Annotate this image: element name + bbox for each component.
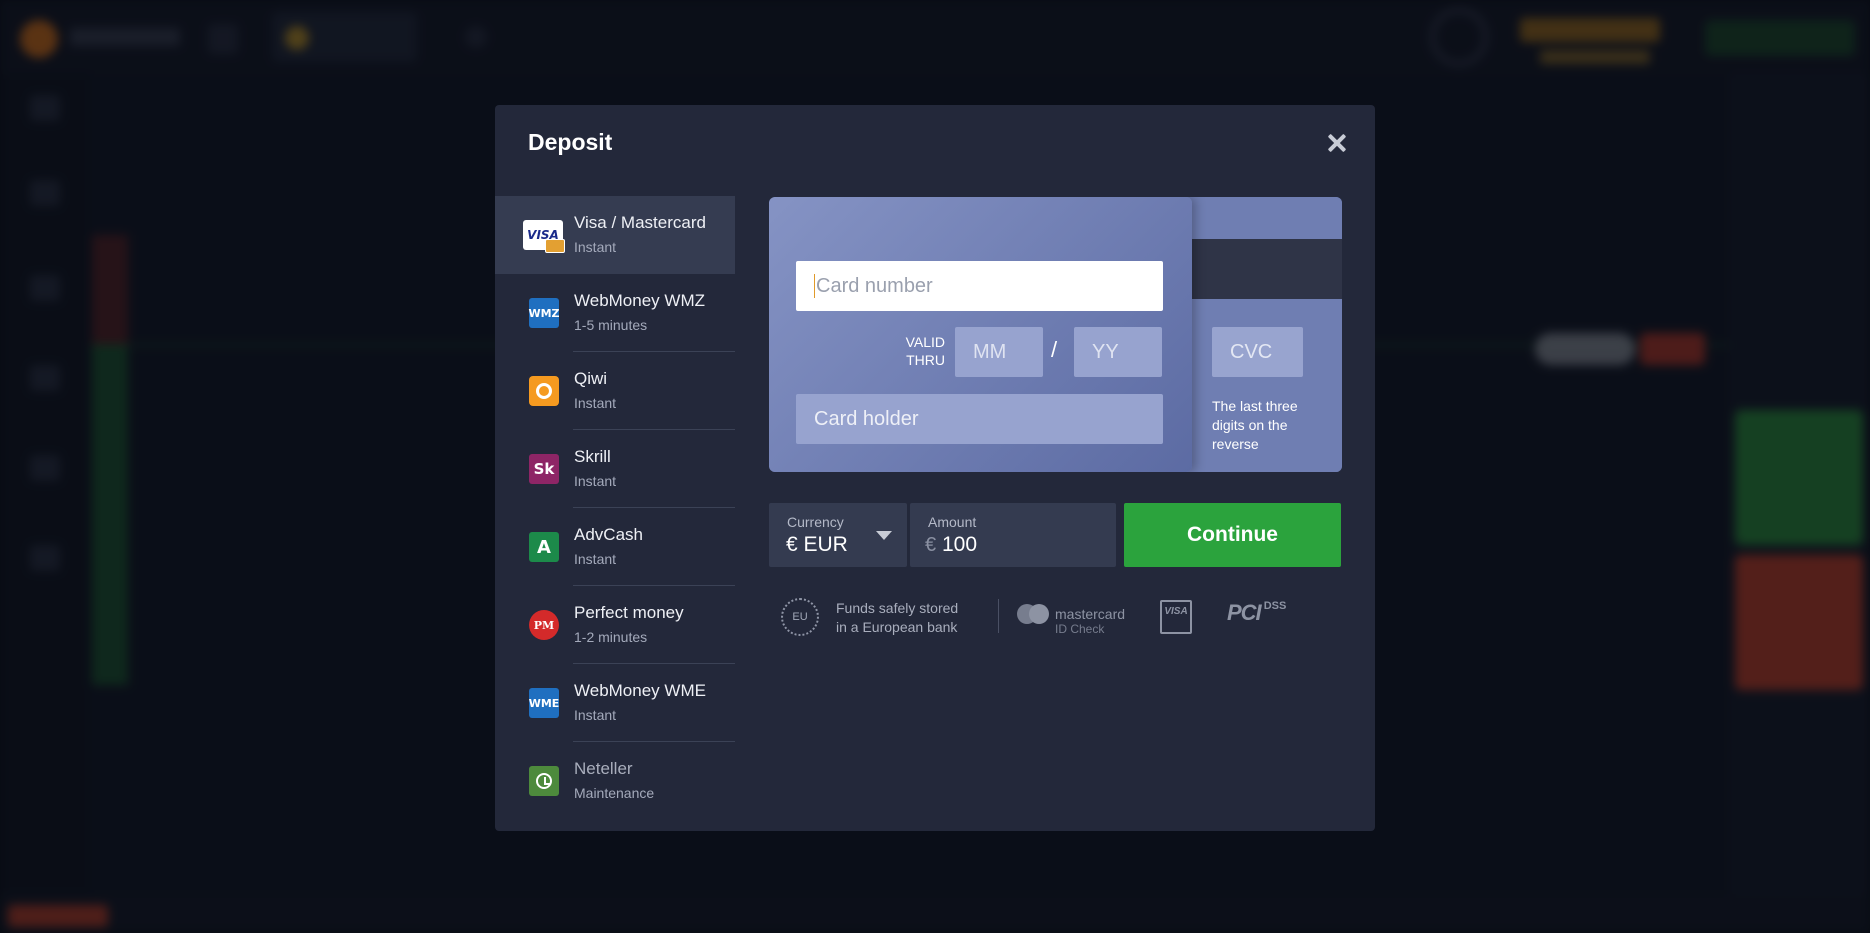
badge-divider xyxy=(998,599,999,633)
eu-stars-icon: EU xyxy=(781,598,819,636)
perfect-money-icon: PM xyxy=(529,610,559,640)
chevron-down-icon xyxy=(876,531,892,540)
method-timing: Instant xyxy=(574,395,617,411)
method-name: Qiwi xyxy=(574,369,608,388)
method-neteller[interactable]: Neteller Maintenance xyxy=(495,742,735,820)
method-timing: Instant xyxy=(574,707,617,723)
currency-label: Currency xyxy=(787,514,844,530)
expiry-separator: / xyxy=(1051,337,1058,362)
method-name: Neteller xyxy=(574,759,633,778)
method-visa-mastercard[interactable]: VISA Visa / Mastercard Instant xyxy=(495,196,735,274)
expiry-month-input[interactable]: MM xyxy=(955,327,1043,377)
method-skrill[interactable]: Sk Skrill Instant xyxy=(495,430,735,508)
pci-dss-badge: PCI DSS xyxy=(1227,600,1287,625)
card-front: Card number VALID THRU MM / YY Card hold… xyxy=(769,197,1192,472)
card-form: CVC The last three digits on the reverse… xyxy=(769,197,1342,472)
continue-button[interactable]: Continue xyxy=(1124,503,1341,567)
method-name: WebMoney WME xyxy=(574,681,706,700)
card-back: CVC The last three digits on the reverse xyxy=(1179,197,1342,472)
amount-label: Amount xyxy=(928,514,977,530)
method-timing: 1-5 minutes xyxy=(574,317,648,333)
amount-currency-prefix: € xyxy=(925,534,937,556)
method-webmoney-wmz[interactable]: WMZ WebMoney WMZ 1-5 minutes xyxy=(495,274,735,352)
method-name: WebMoney WMZ xyxy=(574,291,705,310)
neteller-icon xyxy=(529,766,559,796)
deposit-modal: Deposit VISA Visa / Mastercard Instant W… xyxy=(495,105,1375,831)
method-advcash[interactable]: A AdvCash Instant xyxy=(495,508,735,586)
method-name: AdvCash xyxy=(574,525,643,544)
method-timing: Maintenance xyxy=(574,785,655,801)
skrill-icon: Sk xyxy=(529,454,559,484)
currency-value: € EUR xyxy=(786,533,848,556)
funds-safety-note: Funds safely stored in a European bank xyxy=(836,600,959,635)
webmoney-wmz-icon: WMZ xyxy=(528,298,560,328)
method-qiwi[interactable]: Qiwi Instant xyxy=(495,352,735,430)
modal-title: Deposit xyxy=(528,129,613,155)
close-icon[interactable] xyxy=(1325,131,1349,155)
method-timing: Instant xyxy=(574,473,617,489)
expiry-year-input[interactable]: YY xyxy=(1074,327,1162,377)
card-number-input[interactable]: Card number xyxy=(796,261,1163,311)
card-holder-input[interactable]: Card holder xyxy=(796,394,1163,444)
qiwi-icon xyxy=(529,376,559,406)
amount-value: 100 xyxy=(942,533,978,556)
magnetic-stripe xyxy=(1179,239,1342,299)
advcash-icon: A xyxy=(529,532,559,562)
valid-thru-label: VALID THRU xyxy=(905,334,945,368)
method-timing: Instant xyxy=(574,239,617,255)
cvc-hint: The last three digits on the reverse xyxy=(1212,398,1298,452)
amount-input[interactable]: Amount € 100 xyxy=(910,503,1116,567)
method-perfect-money[interactable]: PM Perfect money 1-2 minutes xyxy=(495,586,735,664)
method-name: Perfect money xyxy=(574,603,684,622)
payment-methods-list: VISA Visa / Mastercard Instant WMZ WebMo… xyxy=(495,196,735,820)
method-name: Skrill xyxy=(574,447,611,466)
webmoney-wme-icon: WME xyxy=(529,688,559,718)
currency-select[interactable]: Currency € EUR xyxy=(769,503,907,567)
method-timing: Instant xyxy=(574,551,617,567)
method-webmoney-wme[interactable]: WME WebMoney WME Instant xyxy=(495,664,735,742)
visa-card-icon: VISA xyxy=(523,220,565,253)
visa-secure-badge: VISA xyxy=(1160,600,1192,634)
method-timing: 1-2 minutes xyxy=(574,629,648,645)
cvc-input[interactable]: CVC xyxy=(1212,327,1303,377)
method-name: Visa / Mastercard xyxy=(574,213,706,232)
